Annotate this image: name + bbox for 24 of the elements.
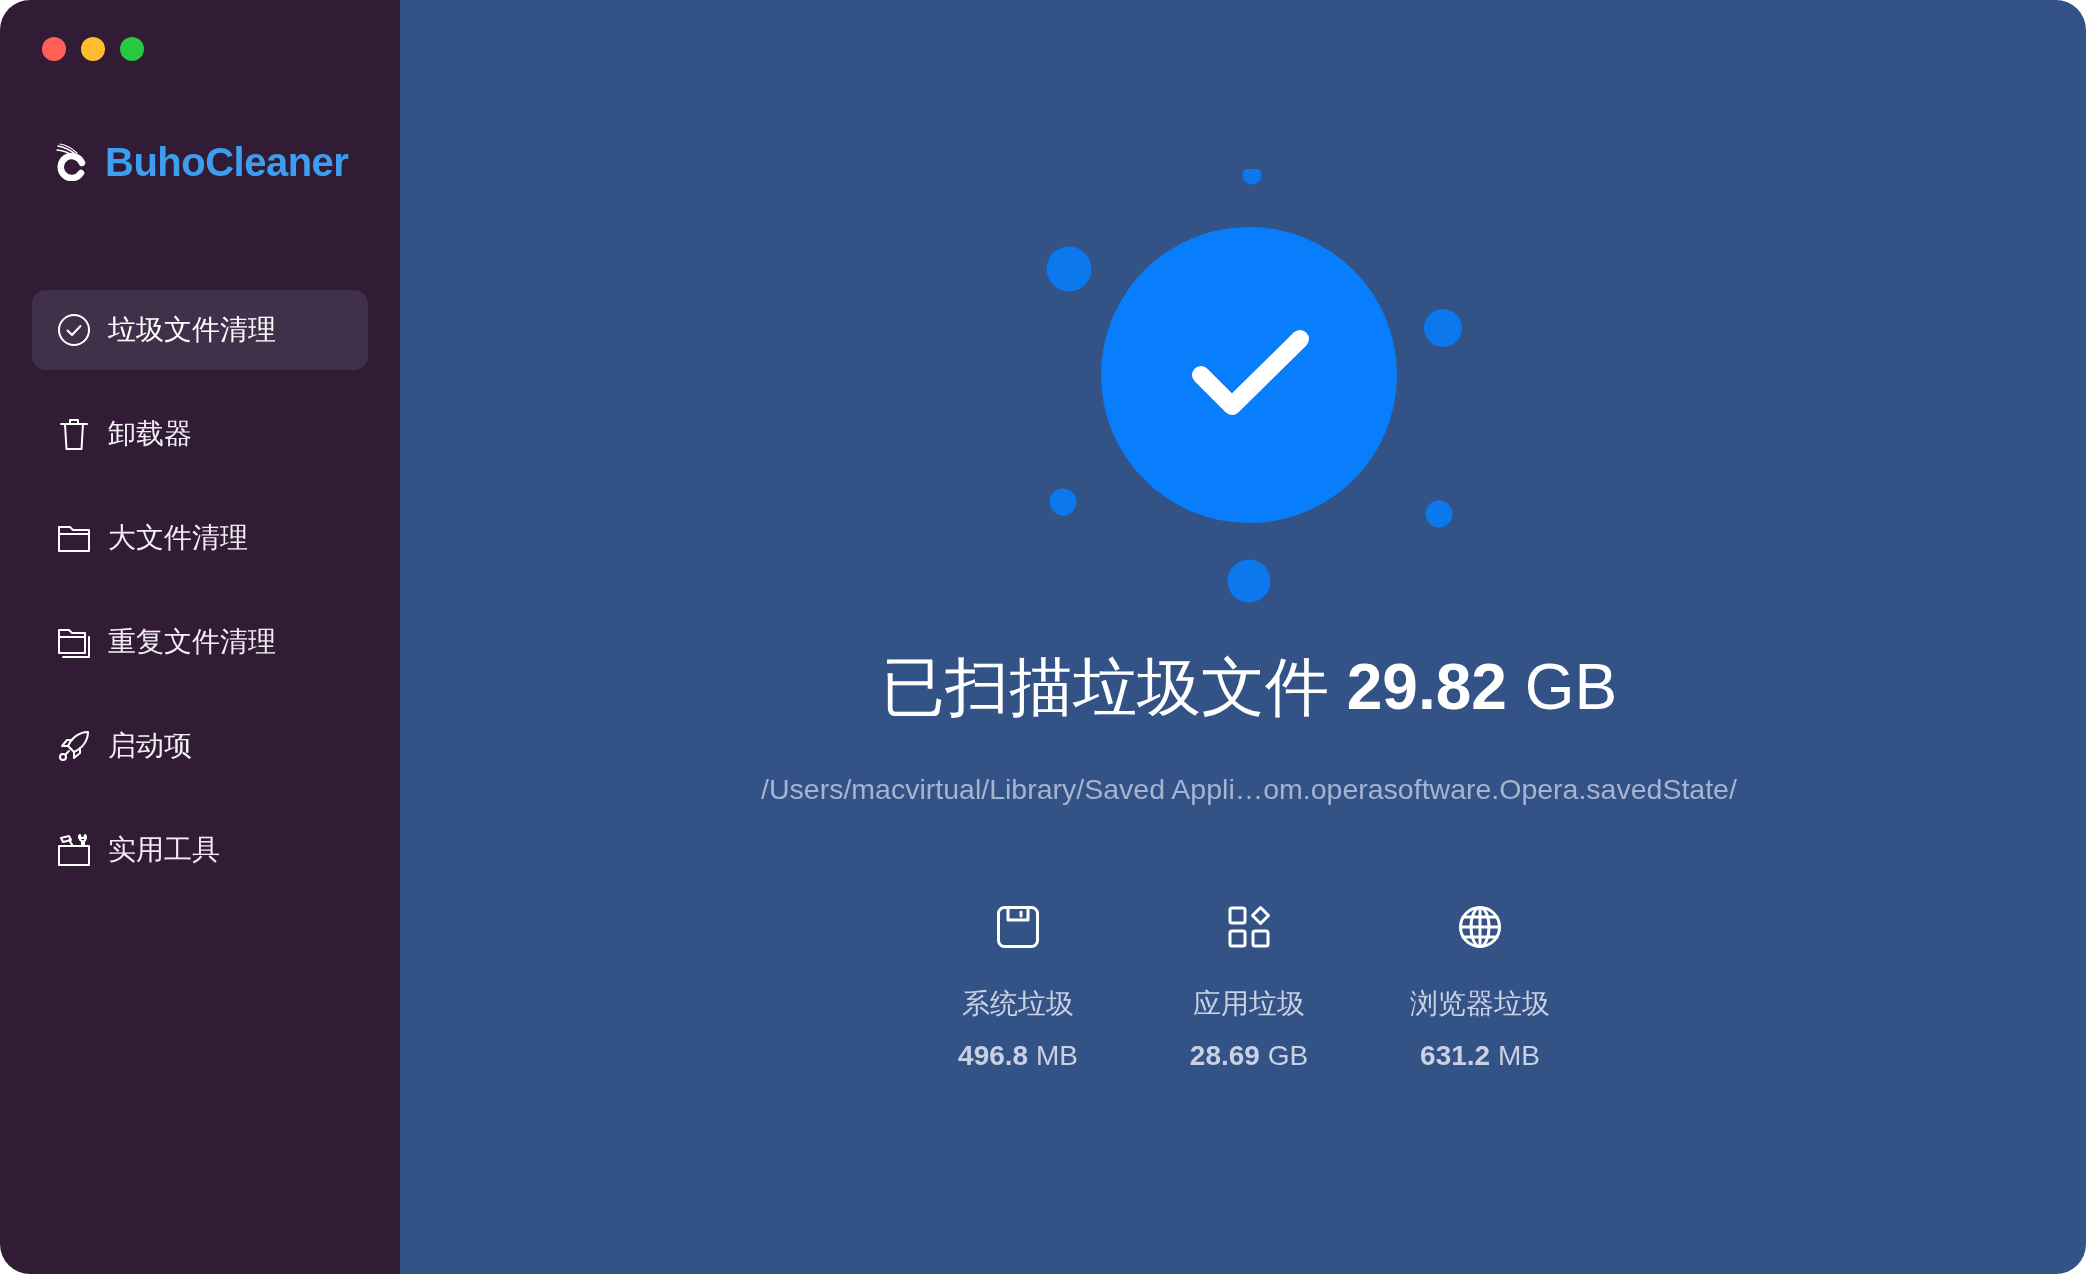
- app-name: BuhoCleaner: [105, 139, 349, 186]
- minimize-button[interactable]: [81, 37, 105, 61]
- category-size: 631.2 MB: [1420, 1039, 1540, 1073]
- sidebar-item[interactable]: 卸载器: [32, 394, 368, 474]
- rocket-icon: [57, 729, 91, 763]
- sidebar-item[interactable]: 启动项: [32, 706, 368, 786]
- globe-icon: [1458, 905, 1502, 949]
- zoom-button[interactable]: [120, 37, 144, 61]
- sidebar-item[interactable]: 重复文件清理: [32, 602, 368, 682]
- sidebar-item[interactable]: 垃圾文件清理: [32, 290, 368, 370]
- category-size: 28.69 GB: [1189, 1039, 1309, 1073]
- trash-icon: [57, 417, 91, 451]
- sidebar-item[interactable]: 实用工具: [32, 810, 368, 890]
- toolbox-icon: [57, 833, 91, 867]
- check-circle-icon: [57, 313, 91, 347]
- category-label: 浏览器垃圾: [1410, 987, 1550, 1021]
- scan-summary-title: 已扫描垃圾文件 29.82 GB: [880, 650, 1618, 725]
- sidebar-item[interactable]: 大文件清理: [32, 498, 368, 578]
- category-label: 应用垃圾: [1193, 987, 1305, 1021]
- app-grid-icon: [1227, 905, 1271, 949]
- category-size: 496.8 MB: [958, 1039, 1078, 1073]
- close-button[interactable]: [42, 37, 66, 61]
- category-label: 系统垃圾: [962, 987, 1074, 1021]
- scan-path-text: /Users/macvirtual/Library/Saved Appli…om.operasoftware.Opera.savedState/: [761, 772, 1737, 806]
